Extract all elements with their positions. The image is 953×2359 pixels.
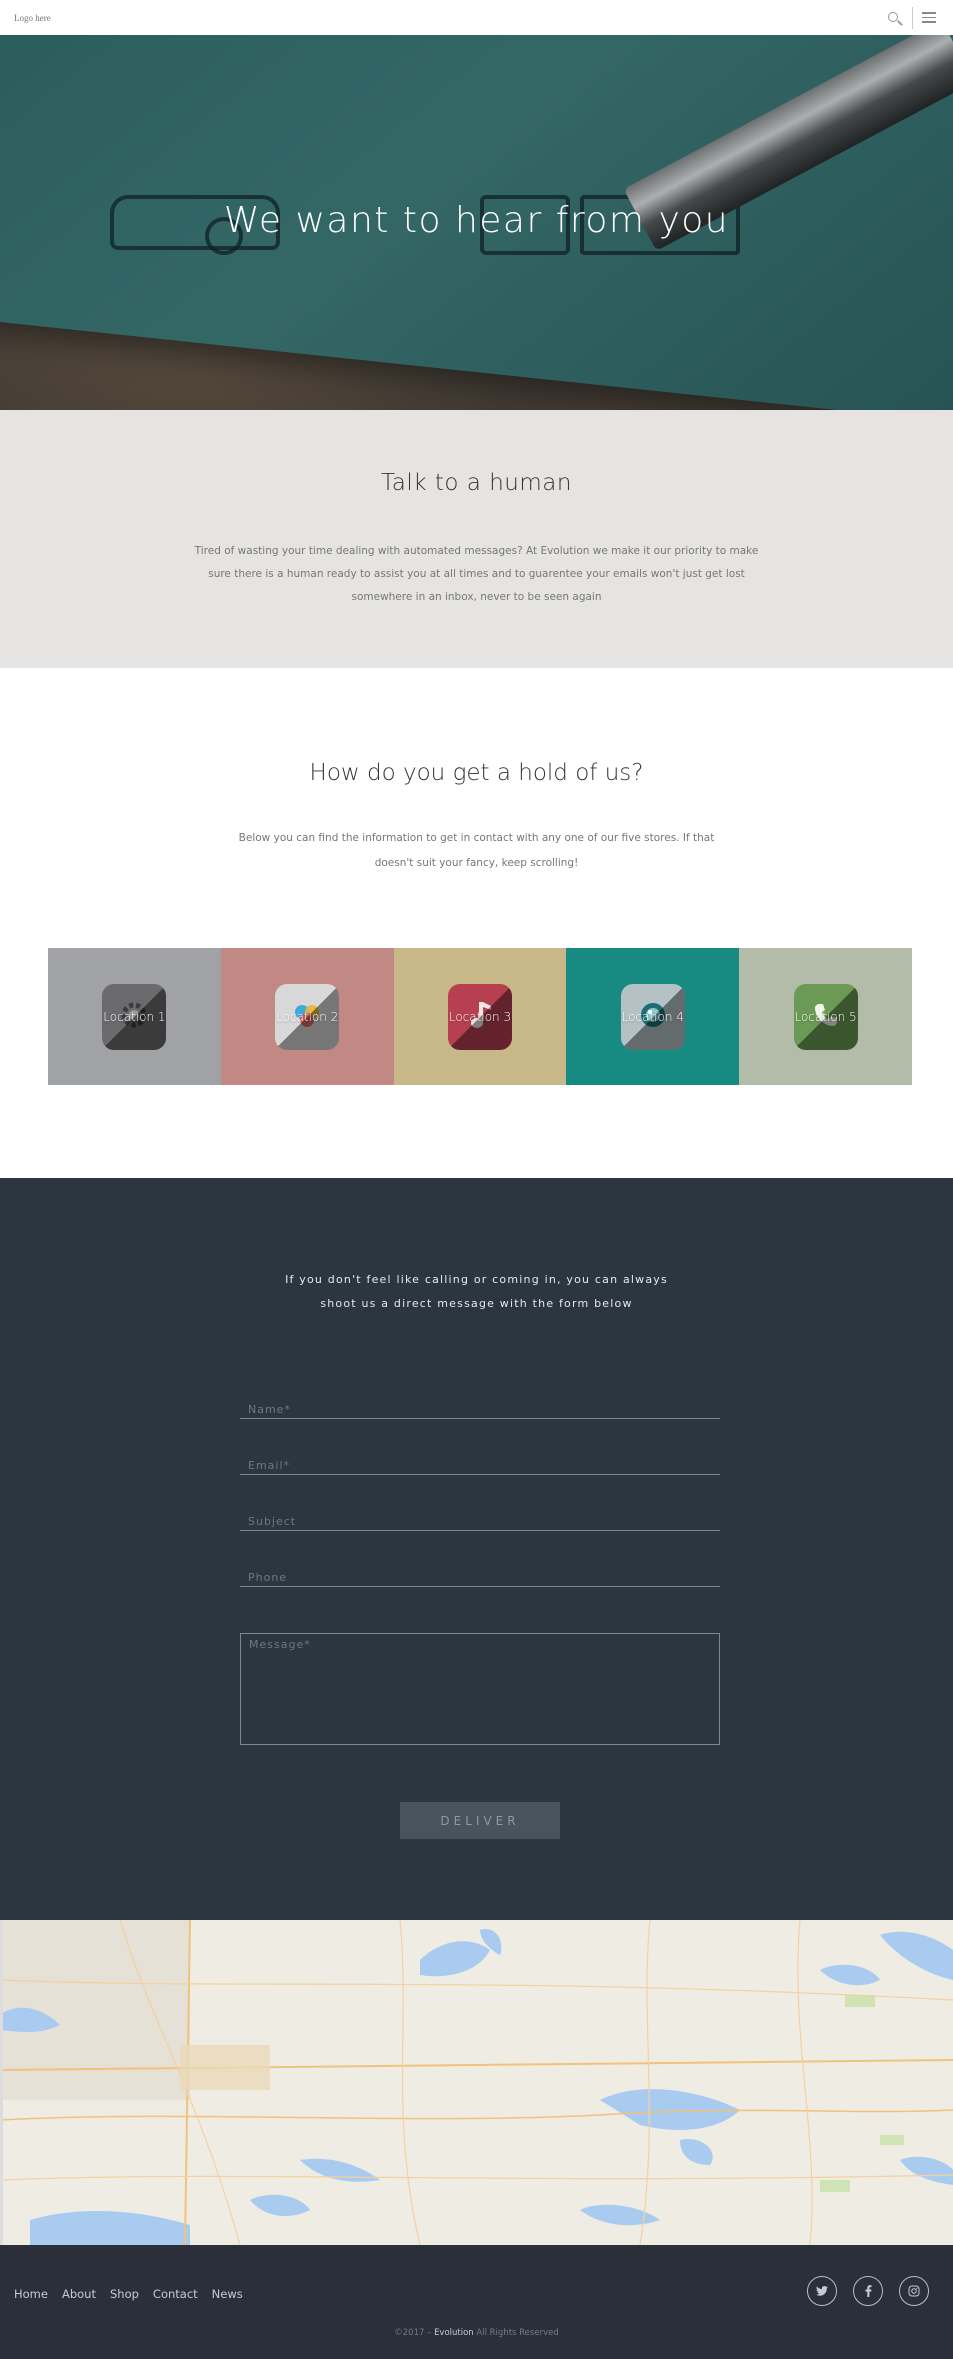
site-footer: Home About Shop Contact News ©2017 – Evo… — [0, 2245, 953, 2359]
location-label: Location 3 — [448, 1009, 512, 1024]
deliver-button[interactable]: DELIVER — [400, 1802, 560, 1839]
footer-link-shop[interactable]: Shop — [110, 2287, 139, 2301]
email-field-wrapper — [240, 1449, 720, 1475]
search-icon[interactable] — [884, 7, 906, 29]
instagram-icon[interactable] — [899, 2276, 929, 2306]
hero-title: We want to hear from you — [223, 200, 730, 241]
header-divider — [912, 6, 913, 29]
social-links — [807, 2276, 929, 2306]
footer-link-home[interactable]: Home — [14, 2287, 48, 2301]
copyright-prefix: ©2017 – — [394, 2328, 435, 2338]
email-field[interactable] — [240, 1449, 720, 1474]
map-image[interactable] — [0, 1920, 953, 2245]
location-label: Location 1 — [103, 1009, 166, 1024]
talk-body: Tired of wasting your time dealing with … — [194, 545, 759, 603]
phone-field-wrapper — [240, 1561, 720, 1587]
logo[interactable]: Logo here — [14, 13, 51, 23]
name-field[interactable] — [240, 1393, 720, 1418]
hero-banner: We want to hear from you — [0, 35, 953, 410]
location-tile-1[interactable]: Location 1 — [48, 948, 221, 1085]
location-label: Location 2 — [276, 1009, 339, 1024]
hold-title: How do you get a hold of us? — [309, 760, 644, 786]
map[interactable] — [0, 1920, 953, 2245]
location-label: Location 5 — [794, 1009, 857, 1024]
talk-title: Talk to a human — [381, 470, 572, 496]
copyright-brand[interactable]: Evolution — [434, 2328, 474, 2338]
copyright-suffix: All Rights Reserved — [473, 2328, 559, 2338]
twitter-icon[interactable] — [807, 2276, 837, 2306]
site-header: Logo here — [0, 0, 953, 35]
phone-field[interactable] — [240, 1561, 720, 1586]
footer-link-contact[interactable]: Contact — [153, 2287, 198, 2301]
contact-methods-section: How do you get a hold of us? Below you c… — [0, 668, 953, 1178]
location-label: Location 4 — [621, 1009, 684, 1024]
message-field[interactable] — [241, 1634, 719, 1744]
contact-intro: If you don't feel like calling or coming… — [285, 1273, 668, 1310]
contact-form-section: If you don't feel like calling or coming… — [0, 1178, 953, 1920]
header-actions — [884, 6, 939, 29]
location-tile-3[interactable]: Location 3 — [393, 948, 567, 1085]
message-field-wrapper — [240, 1633, 720, 1745]
copyright: ©2017 – Evolution All Rights Reserved — [0, 2328, 953, 2338]
talk-section: Talk to a human Tired of wasting your ti… — [0, 410, 953, 668]
location-tile-4[interactable]: Location 4 — [566, 948, 740, 1085]
subject-field[interactable] — [240, 1505, 720, 1530]
location-tile-5[interactable]: Location 5 — [739, 948, 912, 1085]
subject-field-wrapper — [240, 1505, 720, 1531]
hamburger-menu-icon[interactable] — [919, 8, 939, 28]
footer-link-news[interactable]: News — [212, 2287, 243, 2301]
footer-nav: Home About Shop Contact News — [14, 2287, 243, 2301]
location-tile-2[interactable]: Location 2 — [220, 948, 394, 1085]
facebook-icon[interactable] — [853, 2276, 883, 2306]
footer-link-about[interactable]: About — [62, 2287, 96, 2301]
name-field-wrapper — [240, 1393, 720, 1419]
hold-body: Below you can find the information to ge… — [238, 832, 715, 869]
locations-grid: Location 1 Location 2 Location 3 Location 4… — [48, 948, 912, 1085]
